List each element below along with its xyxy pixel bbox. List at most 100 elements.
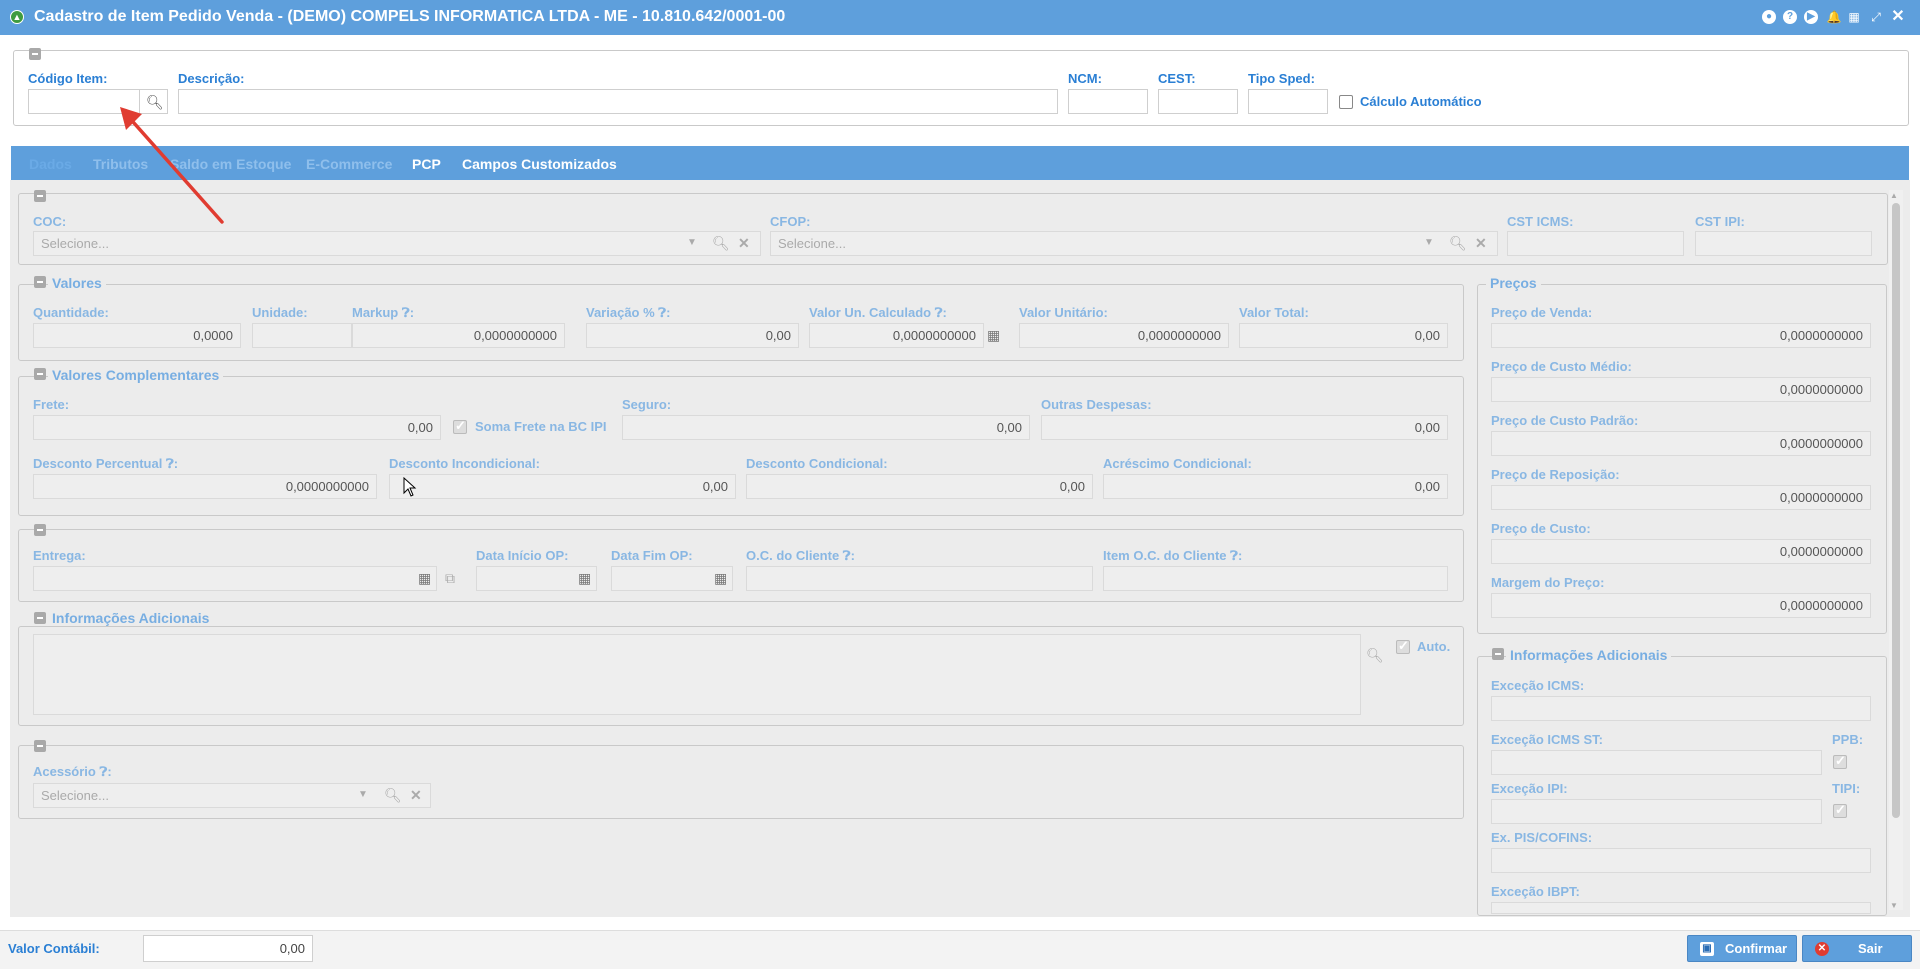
collapse-icon[interactable] <box>34 276 46 288</box>
acrescimo-condicional-input[interactable]: 0,00 <box>1103 474 1448 499</box>
valor-un-calculado-input[interactable]: 0,0000000000 <box>809 323 984 348</box>
calendar-icon[interactable]: ▦ <box>418 570 431 586</box>
cfop-select[interactable]: Selecione... <box>770 231 1498 256</box>
scroll-down-icon[interactable]: ▼ <box>1890 898 1898 914</box>
record-icon[interactable]: ● <box>1762 10 1776 24</box>
info-adicionais-textarea[interactable] <box>33 634 1361 715</box>
valor-contabil-label: Valor Contábil: <box>8 941 100 956</box>
collapse-icon[interactable] <box>34 524 46 536</box>
fullscreen-icon[interactable]: ⤢ <box>1868 9 1884 25</box>
oc-cliente-input[interactable] <box>746 566 1093 591</box>
excecao-ipi-input[interactable] <box>1491 799 1822 824</box>
cst-icms-label: CST ICMS: <box>1507 214 1574 229</box>
calculo-automatico-checkbox[interactable] <box>1339 95 1353 109</box>
ppb-checkbox[interactable] <box>1833 753 1847 769</box>
data-inicio-op-label: Data Início OP: <box>476 548 569 563</box>
scrollbar-thumb[interactable] <box>1892 203 1900 818</box>
search-icon[interactable]: 🔍︎ <box>712 235 730 251</box>
desconto-incondicional-input[interactable]: 0,00 <box>389 474 736 499</box>
ncm-input[interactable] <box>1068 89 1148 114</box>
help-icon[interactable]: ? <box>1783 10 1797 24</box>
ex-pis-cofins-input[interactable] <box>1491 848 1871 873</box>
exit-icon: ✕ <box>1815 942 1829 956</box>
collapse-icon[interactable] <box>34 190 46 202</box>
chevron-down-icon[interactable]: ▼ <box>687 235 697 251</box>
excecao-ibpt-input[interactable] <box>1491 902 1871 914</box>
tipi-checkbox[interactable] <box>1833 802 1847 818</box>
preco-reposicao-input[interactable]: 0,0000000000 <box>1491 485 1871 510</box>
chevron-down-icon[interactable]: ▼ <box>1424 235 1434 251</box>
annotation-arrow <box>120 107 224 224</box>
clear-icon[interactable]: ✕ <box>1475 235 1487 251</box>
cest-input[interactable] <box>1158 89 1238 114</box>
auto-checkbox[interactable] <box>1396 638 1410 654</box>
tab-campos-customizados[interactable]: Campos Customizados <box>462 156 617 172</box>
preco-custo-medio-input[interactable]: 0,0000000000 <box>1491 377 1871 402</box>
quantidade-input[interactable]: 0,0000 <box>33 323 241 348</box>
ppb-label: PPB: <box>1832 732 1864 747</box>
excecao-icms-st-input[interactable] <box>1491 750 1822 775</box>
tab-dados[interactable]: Dados <box>29 156 72 172</box>
bell-icon[interactable]: 🔔 <box>1826 9 1842 25</box>
calendar-icon[interactable]: ▦ <box>1846 9 1862 25</box>
collapse-icon[interactable] <box>34 740 46 752</box>
search-icon[interactable]: 🔍︎ <box>384 787 402 803</box>
cst-icms-input[interactable] <box>1507 231 1684 256</box>
valor-total-input[interactable]: 0,00 <box>1239 323 1448 348</box>
collapse-icon[interactable] <box>29 48 41 60</box>
ncm-label: NCM: <box>1068 71 1102 86</box>
preco-venda-input[interactable]: 0,0000000000 <box>1491 323 1871 348</box>
seguro-input[interactable]: 0,00 <box>622 415 1030 440</box>
outras-despesas-input[interactable]: 0,00 <box>1041 415 1448 440</box>
markup-label: Markup ❓︎: <box>352 305 415 320</box>
preco-custo-input[interactable]: 0,0000000000 <box>1491 539 1871 564</box>
collapse-icon[interactable] <box>1492 648 1504 660</box>
soma-frete-checkbox[interactable] <box>453 418 467 434</box>
chevron-down-icon[interactable]: ▼ <box>358 787 368 803</box>
codigo-item-label: Código Item: <box>28 71 108 86</box>
excecao-icms-input[interactable] <box>1491 696 1871 721</box>
title-bar: ▲ Cadastro de Item Pedido Venda - (DEMO)… <box>0 0 1920 35</box>
search-icon[interactable]: 🔍︎ <box>1366 647 1384 663</box>
info-icon: ❓︎ <box>1230 548 1238 563</box>
mouse-cursor <box>403 477 417 497</box>
collapse-icon[interactable] <box>34 612 46 624</box>
preco-custo-padrao-input[interactable]: 0,0000000000 <box>1491 431 1871 456</box>
search-icon[interactable]: 🔍︎ <box>1449 235 1467 251</box>
valor-unitario-input[interactable]: 0,0000000000 <box>1019 323 1229 348</box>
desconto-condicional-input[interactable]: 0,00 <box>746 474 1093 499</box>
acessorio-select[interactable]: Selecione... <box>33 783 431 808</box>
coc-select[interactable]: Selecione... <box>33 231 761 256</box>
sair-button[interactable]: ✕ Sair <box>1802 935 1912 962</box>
variacao-input[interactable]: 0,00 <box>586 323 799 348</box>
margem-preco-input[interactable]: 0,0000000000 <box>1491 593 1871 618</box>
clear-icon[interactable]: ✕ <box>410 787 422 803</box>
tab-pcp[interactable]: PCP <box>412 156 441 172</box>
soma-frete-label: Soma Frete na BC IPI <box>475 419 607 434</box>
frete-input[interactable]: 0,00 <box>33 415 441 440</box>
cst-ipi-input[interactable] <box>1695 231 1872 256</box>
desconto-percentual-input[interactable]: 0,0000000000 <box>33 474 377 499</box>
tab-ecommerce[interactable]: E-Commerce <box>306 156 392 172</box>
tipo-sped-input[interactable] <box>1248 89 1328 114</box>
scroll-up-icon[interactable]: ▲ <box>1890 188 1898 204</box>
calendar-icon[interactable]: ▦ <box>714 570 727 586</box>
markup-input[interactable]: 0,0000000000 <box>352 323 565 348</box>
close-icon[interactable]: ✕ <box>1890 9 1906 25</box>
unidade-input[interactable] <box>252 323 352 348</box>
desconto-percentual-label: Desconto Percentual ❓︎: <box>33 456 179 471</box>
valores-complementares-legend: Valores Complementares <box>48 367 224 383</box>
valor-contabil-input[interactable]: 0,00 <box>143 935 313 962</box>
item-oc-cliente-input[interactable] <box>1103 566 1448 591</box>
variacao-label-text: Variação % <box>586 305 655 320</box>
calculator-icon[interactable]: ▦ <box>987 327 1000 343</box>
clear-icon[interactable]: ✕ <box>738 235 750 251</box>
info-icon: ❓︎ <box>401 305 410 320</box>
descricao-input[interactable] <box>178 89 1058 114</box>
confirmar-button[interactable]: ▣ Confirmar <box>1687 935 1797 962</box>
calendar-icon[interactable]: ▦ <box>578 570 591 586</box>
entrega-input[interactable] <box>33 566 437 591</box>
collapse-icon[interactable] <box>34 368 46 380</box>
play-icon[interactable]: ▶ <box>1804 10 1818 24</box>
copy-icon[interactable]: ⧉ <box>445 570 455 586</box>
